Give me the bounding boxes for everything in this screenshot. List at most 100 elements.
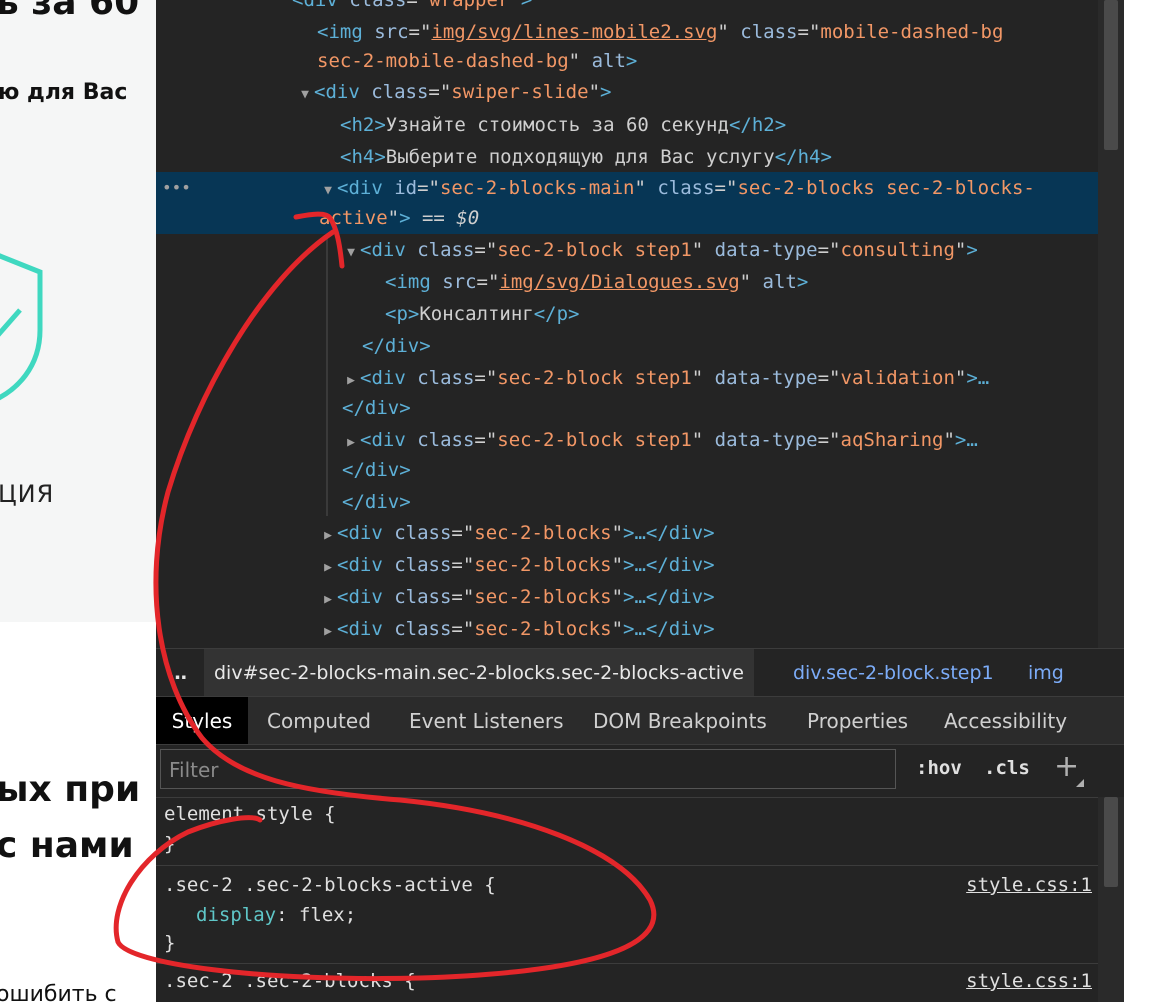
attr-value: sec-2-blocks-main	[439, 177, 635, 199]
elements-tree[interactable]: <div class="wrapper"> <img src="img/svg/…	[156, 0, 1098, 648]
breadcrumb: … div#sec-2-blocks-main.sec-2-blocks.sec…	[156, 648, 1124, 697]
dom-node-close[interactable]: </div>	[156, 392, 1098, 424]
dom-node-h4[interactable]: <h4>Выберите подходящую для Вас услугу</…	[156, 141, 1098, 173]
dom-node-sec-2-blocks[interactable]: ▶ <div class="sec-2-blocks">…</div>	[156, 549, 1098, 581]
attr-value: aqSharing	[840, 429, 944, 451]
style-rule-blocks[interactable]: .sec-2 .sec-2-blocks { style.css:1	[156, 964, 1098, 1002]
expand-arrow-icon[interactable]: ▶	[319, 552, 337, 584]
more-dots-icon[interactable]: •••	[162, 172, 191, 204]
tab-computed[interactable]: Computed	[267, 697, 371, 745]
attr-link[interactable]: img/svg/lines-mobile2.svg	[431, 21, 717, 43]
new-rule-menu-icon[interactable]	[1076, 779, 1084, 787]
expand-arrow-icon[interactable]: ▼	[342, 237, 360, 269]
attr-value: consulting	[840, 239, 955, 261]
sidebar-tabs: Styles Computed Event Listeners DOM Brea…	[156, 696, 1124, 745]
attr-value: active	[319, 207, 388, 229]
tag: <h4>	[340, 146, 386, 168]
dom-node-sec-2-blocks[interactable]: ▶ <div class="sec-2-blocks">…</div>	[156, 581, 1098, 613]
dom-node-selected[interactable]: ••• ▼ <div id="sec-2-blocks-main" class="…	[156, 172, 1098, 234]
page-heading2-fragment: ых при с нами	[0, 762, 140, 874]
attr-value: swiper-slide	[451, 81, 589, 103]
text-node: Узнайте стоимость за 60 секунд	[385, 114, 729, 136]
style-rule-blocks-active[interactable]: .sec-2 .sec-2-blocks-active { style.css:…	[156, 866, 1098, 964]
elements-scrollbar[interactable]	[1098, 0, 1124, 648]
styles-scrollbar[interactable]	[1098, 797, 1124, 1002]
dom-node-block-aqsharing[interactable]: ▶ <div class="sec-2-block step1" data-typ…	[156, 424, 1098, 456]
expand-arrow-icon[interactable]: ▼	[296, 79, 314, 111]
dom-node-sec-2-blocks[interactable]: ▶ <div class="sec-2-blocks">…</div>	[156, 517, 1098, 549]
property-name[interactable]: display	[196, 904, 276, 926]
dom-node-close[interactable]: </div>	[156, 330, 1098, 362]
dom-node-wrapper[interactable]: <div class="wrapper">	[156, 0, 1098, 16]
page-subheading-fragment: ю для Вас	[0, 80, 128, 105]
tag: <div	[292, 0, 350, 11]
tab-accessibility[interactable]: Accessibility	[944, 697, 1067, 745]
cls-toggle-button[interactable]: .cls	[984, 757, 1030, 779]
dom-node-close[interactable]: </div>	[156, 454, 1098, 486]
attr-name: class	[394, 554, 452, 576]
tag: <div	[360, 367, 418, 389]
tag-end: ">	[509, 0, 533, 11]
rule-selector[interactable]: .sec-2 .sec-2-blocks {	[164, 966, 416, 996]
attr-name: class	[417, 239, 475, 261]
shield-icon	[0, 253, 43, 401]
dom-node-sec-2-blocks[interactable]: ▶ <div class="sec-2-blocks">…</div>	[156, 613, 1098, 645]
dom-node-img-dialogues[interactable]: <img src="img/svg/Dialogues.svg" alt>	[156, 266, 1098, 298]
dom-node-p[interactable]: <p>Консалтинг</p>	[156, 298, 1098, 330]
attr-value: wrapper	[429, 0, 510, 11]
attr-name: class	[349, 0, 407, 11]
tag-end: >…</div>	[623, 554, 715, 576]
tag: <div	[314, 81, 372, 103]
breadcrumb-item-img[interactable]: img	[1028, 649, 1064, 697]
dom-node-h2[interactable]: <h2>Узнайте стоимость за 60 секунд</h2>	[156, 109, 1098, 141]
style-declaration[interactable]: display: flex;	[196, 900, 356, 930]
attr-name: src	[442, 271, 477, 293]
attr-name: data-type	[714, 429, 818, 451]
attr-link[interactable]: img/svg/Dialogues.svg	[499, 271, 739, 293]
page-bottom-fragment: ошибить с	[0, 982, 117, 1002]
attr-name: id	[394, 177, 418, 199]
expand-arrow-icon[interactable]: ▶	[319, 584, 337, 616]
hov-toggle-button[interactable]: :hov	[916, 757, 962, 779]
page-heading2-line2: с нами	[0, 825, 134, 866]
attr-name: data-type	[714, 239, 818, 261]
dom-node-close[interactable]: </div>	[156, 486, 1098, 518]
breadcrumb-item-selected[interactable]: div#sec-2-blocks-main.sec-2-blocks.sec-2…	[204, 649, 754, 697]
rule-source-link[interactable]: style.css:1	[966, 870, 1092, 900]
filter-input[interactable]: Filter	[160, 749, 896, 789]
tag: <div	[337, 554, 395, 576]
attr-value: sec-2-blocks sec-2-blocks-	[737, 177, 1035, 199]
expand-arrow-icon[interactable]: ▶	[319, 616, 337, 648]
rule-selector[interactable]: .sec-2 .sec-2-blocks-active {	[164, 870, 496, 900]
dom-node-img-lines-cont[interactable]: sec-2-mobile-dashed-bg" alt>	[156, 45, 1098, 77]
attr-value: sec-2-blocks	[474, 554, 612, 576]
breadcrumb-item-block[interactable]: div.sec-2-block.step1	[793, 649, 994, 697]
dom-node-img-lines[interactable]: <img src="img/svg/lines-mobile2.svg" cla…	[156, 16, 1098, 48]
breadcrumb-more[interactable]: …	[168, 649, 187, 697]
styles-pane: element.style { } .sec-2 .sec-2-blocks-a…	[156, 797, 1098, 1002]
tag-end: >…</div>	[623, 522, 715, 544]
dom-node-block-consulting[interactable]: ▼ <div class="sec-2-block step1" data-typ…	[156, 234, 1098, 266]
expand-arrow-icon[interactable]: ▶	[319, 520, 337, 552]
attr-name: class	[417, 429, 475, 451]
dom-node-block-validation[interactable]: ▶ <div class="sec-2-block step1" data-typ…	[156, 362, 1098, 394]
scrollbar-thumb[interactable]	[1104, 0, 1118, 150]
rule-selector[interactable]: element.style {	[164, 799, 336, 829]
devtools-panel: <div class="wrapper"> <img src="img/svg/…	[156, 0, 1124, 1002]
tab-styles[interactable]: Styles	[156, 697, 248, 745]
dom-node-swiper-slide[interactable]: ▼ <div class="swiper-slide">	[156, 76, 1098, 108]
tag-end: </h2>	[728, 114, 787, 136]
property-value[interactable]: flex;	[299, 904, 356, 926]
rule-source-link[interactable]: style.css:1	[966, 966, 1092, 996]
tag-end: >…</div>	[623, 618, 715, 640]
tag-end: </h4>	[774, 146, 832, 168]
tab-properties[interactable]: Properties	[807, 697, 908, 745]
tab-event-listeners[interactable]: Event Listeners	[409, 697, 564, 745]
attr-value: sec-2-blocks	[474, 586, 612, 608]
scrollbar-thumb[interactable]	[1104, 797, 1118, 887]
tag: <div	[360, 239, 418, 261]
style-rule-element[interactable]: element.style { }	[156, 797, 1098, 866]
tab-dom-breakpoints[interactable]: DOM Breakpoints	[593, 697, 767, 745]
tag-end: >	[796, 271, 809, 293]
tag-end: </div>	[342, 491, 411, 513]
